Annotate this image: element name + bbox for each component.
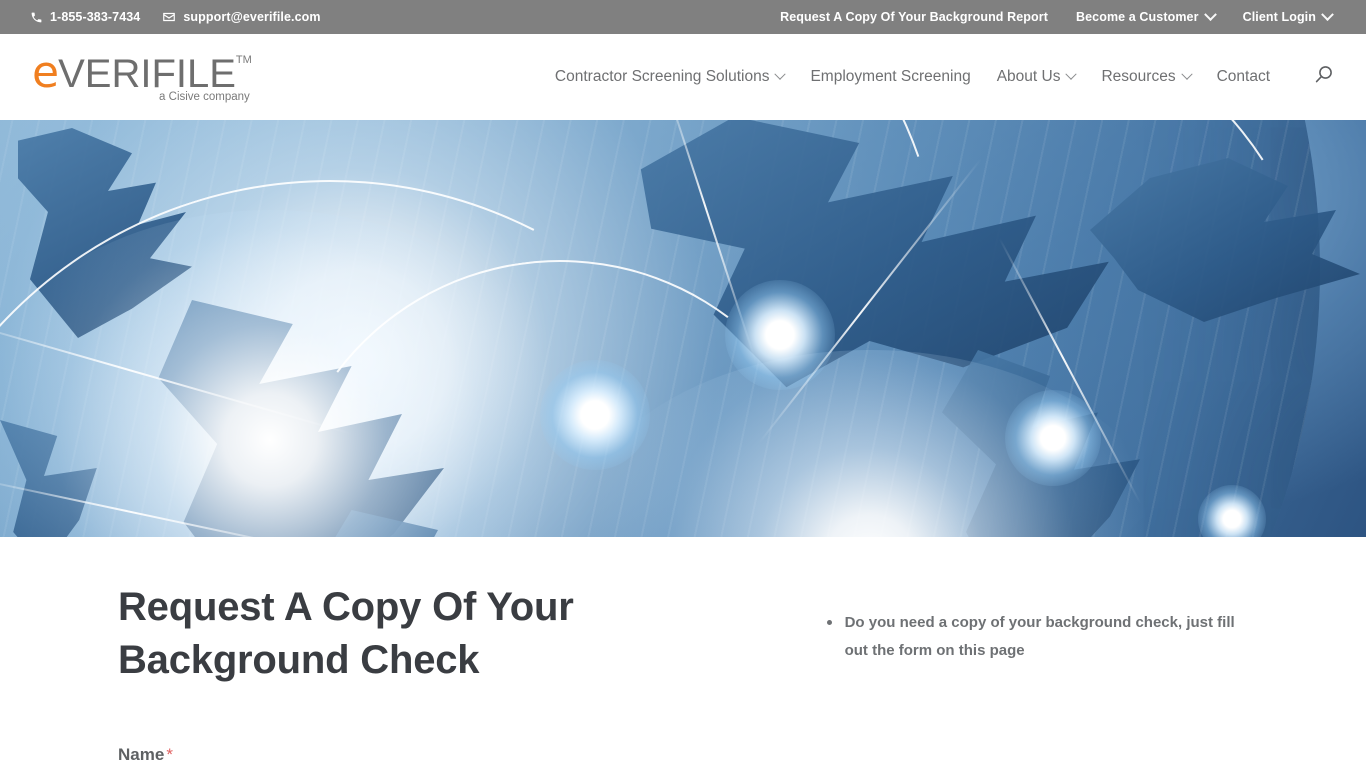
hero-network-node xyxy=(1005,390,1101,486)
chevron-down-icon xyxy=(774,68,787,80)
topbar-links-group: Request A Copy Of Your Background Report… xyxy=(780,7,1336,24)
info-bullet-list: Do you need a copy of your background ch… xyxy=(819,609,1248,665)
phone-icon xyxy=(30,11,43,24)
content-left-column: Request A Copy Of Your Background Check … xyxy=(118,581,819,765)
chevron-down-icon xyxy=(1321,7,1334,21)
topbar-link-label: Become a Customer xyxy=(1076,10,1199,24)
nav-item-about-us[interactable]: About Us xyxy=(996,68,1078,86)
nav-item-label: Resources xyxy=(1101,68,1176,85)
name-label-text: Name xyxy=(118,744,165,764)
email-address: support@everifile.com xyxy=(183,10,321,24)
site-logo[interactable]: e VERIFILE TM a Cisive company xyxy=(30,51,252,104)
nav-item-label: About Us xyxy=(996,68,1061,85)
logo-wordmark: e VERIFILE TM xyxy=(32,51,252,95)
topbar-link-label: Client Login xyxy=(1242,10,1316,24)
nav-item-resources[interactable]: Resources xyxy=(1101,68,1193,86)
hero-network-node xyxy=(540,360,650,470)
logo-word: VERIFILE xyxy=(58,52,236,96)
chevron-down-icon xyxy=(1065,68,1078,80)
page-title: Request A Copy Of Your Background Check xyxy=(118,585,574,682)
nav-item-label: Contact xyxy=(1216,68,1270,85)
top-utility-bar: 1-855-383-7434 support@everifile.com Req… xyxy=(0,0,1366,34)
chevron-down-icon xyxy=(1180,68,1193,80)
search-icon xyxy=(1312,63,1336,92)
logo-trademark-icon: TM xyxy=(235,54,252,66)
hero-banner-image xyxy=(0,120,1366,537)
main-content: Request A Copy Of Your Background Check … xyxy=(0,537,1366,768)
phone-number: 1-855-383-7434 xyxy=(50,10,141,24)
nav-item-label: Contractor Screening Solutions xyxy=(554,68,770,85)
search-button[interactable] xyxy=(1312,63,1336,92)
phone-link[interactable]: 1-855-383-7434 xyxy=(30,10,140,24)
topbar-link-background-report[interactable]: Request A Copy Of Your Background Report xyxy=(780,10,1048,24)
content-right-column: Do you need a copy of your background ch… xyxy=(819,581,1248,765)
email-link[interactable]: support@everifile.com xyxy=(162,10,321,24)
topbar-link-become-a-customer[interactable]: Become a Customer xyxy=(1076,7,1217,24)
topbar-contact-group: 1-855-383-7434 support@everifile.com xyxy=(30,10,321,24)
site-header: e VERIFILE TM a Cisive company Contracto… xyxy=(0,34,1366,120)
main-navigation: Contractor Screening Solutions Employmen… xyxy=(555,63,1336,92)
required-marker: * xyxy=(166,744,173,764)
nav-item-contact[interactable]: Contact xyxy=(1217,68,1270,86)
name-field-label: Name * xyxy=(118,745,779,765)
list-item: Do you need a copy of your background ch… xyxy=(826,609,1248,665)
logo-tagline: a Cisive company xyxy=(159,91,250,103)
nav-item-contractor-screening-solutions[interactable]: Contractor Screening Solutions xyxy=(554,68,787,86)
topbar-link-label: Request A Copy Of Your Background Report xyxy=(780,10,1048,24)
envelope-icon xyxy=(162,10,176,24)
nav-item-employment-screening[interactable]: Employment Screening xyxy=(810,68,970,86)
logo-initial: e xyxy=(32,47,59,98)
hero-network-node xyxy=(725,280,835,390)
chevron-down-icon xyxy=(1203,7,1217,21)
nav-item-label: Employment Screening xyxy=(810,68,971,85)
topbar-link-client-login[interactable]: Client Login xyxy=(1242,7,1334,24)
